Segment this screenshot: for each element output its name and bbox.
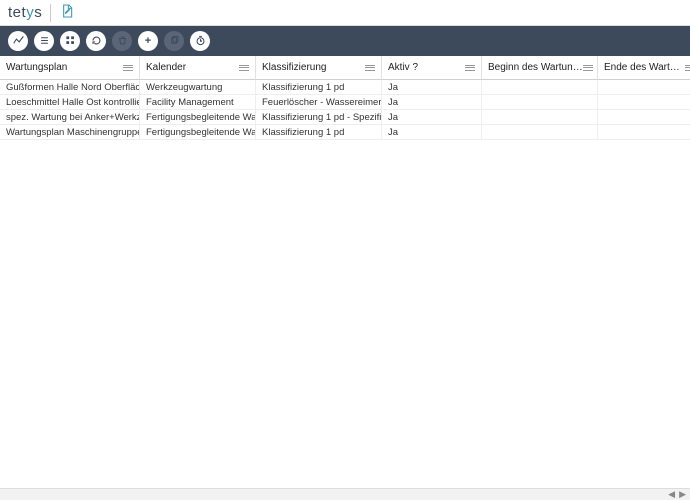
table-cell[interactable] (598, 125, 690, 140)
pager-next[interactable]: ▶ (679, 489, 686, 500)
table-cell[interactable] (598, 110, 690, 125)
table-cell[interactable]: Wartungsplan Maschinengruppe (0, 125, 140, 140)
column-menu-icon[interactable] (465, 62, 477, 74)
list-icon (39, 34, 50, 49)
table-cell[interactable] (482, 125, 598, 140)
refresh-icon (91, 34, 102, 49)
column-header-label: Kalender (146, 62, 186, 73)
grid-button[interactable] (60, 31, 80, 51)
column-header-label: Ende des Wartungsplans (604, 62, 685, 73)
timer-icon (195, 34, 206, 49)
column-header[interactable]: Ende des Wartungsplans (598, 56, 690, 80)
chart-icon (13, 34, 24, 49)
column-menu-icon[interactable] (123, 62, 135, 74)
table-cell[interactable]: Facility Management (140, 95, 256, 110)
column-menu-icon[interactable] (583, 62, 593, 74)
column-menu-icon[interactable] (365, 62, 377, 74)
pager-prev[interactable]: ◀ (668, 489, 675, 500)
trash-icon (117, 34, 128, 49)
column-header-label: Aktiv ? (388, 62, 418, 73)
table-cell[interactable]: Klassifizierung 1 pd - Spezifizier... (256, 110, 382, 125)
column-header[interactable]: Beginn des Wartungsplans (482, 56, 598, 80)
table-cell[interactable] (482, 95, 598, 110)
plus-icon: + (145, 36, 151, 47)
table-cell[interactable]: Feuerlöscher - Wassereimer (256, 95, 382, 110)
refresh-button[interactable] (86, 31, 106, 51)
column-menu-icon[interactable] (239, 62, 251, 74)
app-header: tetys (0, 0, 690, 26)
table-cell[interactable]: Fertigungsbegleitende Wartung/... (140, 110, 256, 125)
data-table: Wartungsplan Kalender Klassifizierung Aktiv… (0, 56, 690, 488)
column-header-label: Beginn des Wartungsplans (488, 62, 583, 73)
table-cell[interactable]: Klassifizierung 1 pd (256, 80, 382, 95)
column-menu-icon[interactable] (685, 62, 690, 74)
table-cell[interactable]: spez. Wartung bei Anker+Werkz... (0, 110, 140, 125)
status-bar: ◀ ▶ (0, 488, 690, 500)
table-cell[interactable] (482, 80, 598, 95)
grid-icon (65, 34, 76, 49)
table-cell[interactable]: Ja (382, 80, 482, 95)
header-divider (50, 4, 51, 22)
add-button[interactable]: + (138, 31, 158, 51)
logo-text-pre: tet (8, 4, 26, 21)
chart-button[interactable] (8, 31, 28, 51)
table-cell[interactable]: Ja (382, 95, 482, 110)
main-toolbar: + (0, 26, 690, 56)
table-cell[interactable] (598, 80, 690, 95)
column-header[interactable]: Aktiv ? (382, 56, 482, 80)
column-header-label: Klassifizierung (262, 62, 326, 73)
copy-button[interactable] (164, 31, 184, 51)
column-header[interactable]: Kalender (140, 56, 256, 80)
table-cell[interactable]: Ja (382, 125, 482, 140)
table-cell[interactable]: Werkzeugwartung (140, 80, 256, 95)
column-header[interactable]: Wartungsplan (0, 56, 140, 80)
timer-button[interactable] (190, 31, 210, 51)
table-cell[interactable]: Gußformen Halle Nord Oberfläc... (0, 80, 140, 95)
column-header[interactable]: Klassifizierung (256, 56, 382, 80)
table-cell[interactable]: Klassifizierung 1 pd (256, 125, 382, 140)
table-cell[interactable]: Ja (382, 110, 482, 125)
column-header-label: Wartungsplan (6, 62, 67, 73)
edit-document-icon[interactable] (59, 3, 75, 22)
app-logo: tetys (8, 4, 42, 21)
table-cell[interactable]: Loeschmittel Halle Ost kontrollie... (0, 95, 140, 110)
delete-button[interactable] (112, 31, 132, 51)
table-cell[interactable] (598, 95, 690, 110)
pager: ◀ ▶ (668, 489, 686, 500)
copy-icon (169, 34, 180, 49)
list-button[interactable] (34, 31, 54, 51)
logo-text-accent: y (26, 4, 34, 21)
table-cell[interactable] (482, 110, 598, 125)
table-cell[interactable]: Fertigungsbegleitende Wartung/... (140, 125, 256, 140)
logo-text-post: s (34, 4, 42, 21)
